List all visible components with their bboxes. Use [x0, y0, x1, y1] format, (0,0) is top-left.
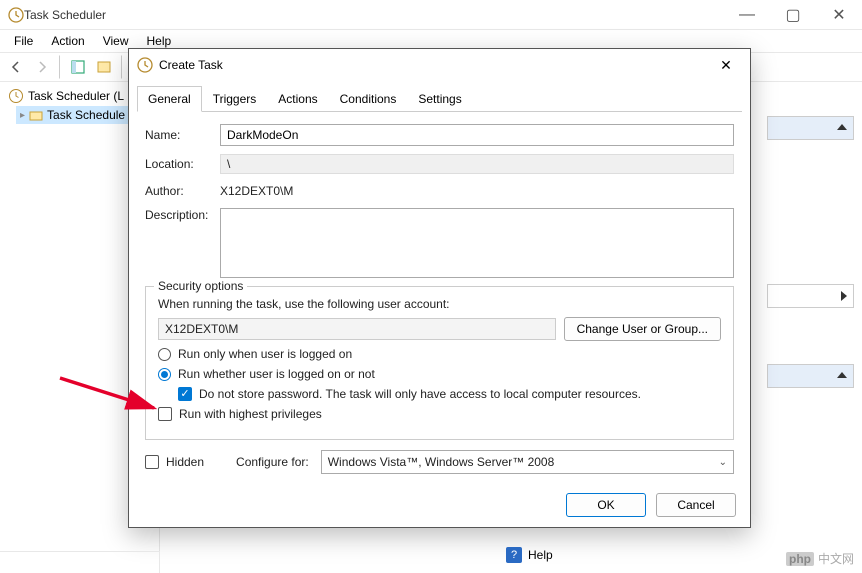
check-hidden-label: Hidden: [166, 455, 204, 469]
show-hide-tree-button[interactable]: [66, 55, 90, 79]
actions-header-2[interactable]: [767, 284, 854, 308]
check-highest-privileges[interactable]: [158, 407, 172, 421]
actions-header-3[interactable]: [767, 364, 854, 388]
main-titlebar: Task Scheduler — ▢ ✕: [0, 0, 862, 30]
close-window-button[interactable]: ✕: [816, 0, 862, 30]
menu-action[interactable]: Action: [43, 32, 92, 50]
minimize-button[interactable]: —: [724, 0, 770, 30]
tab-actions[interactable]: Actions: [267, 86, 328, 112]
help-item[interactable]: ? Help: [506, 543, 553, 567]
forward-button[interactable]: [30, 55, 54, 79]
app-icon: [8, 7, 24, 23]
author-label: Author:: [145, 184, 220, 198]
tab-triggers[interactable]: Triggers: [202, 86, 268, 112]
check-no-store-password[interactable]: [178, 387, 192, 401]
change-user-button[interactable]: Change User or Group...: [564, 317, 721, 341]
expand-icon[interactable]: ▸: [20, 110, 25, 121]
security-legend: Security options: [154, 279, 247, 293]
tab-conditions[interactable]: Conditions: [329, 86, 408, 112]
dialog-titlebar: Create Task ✕: [129, 49, 750, 81]
location-value: \: [220, 154, 734, 174]
author-value: X12DEXT0\M: [220, 182, 734, 200]
description-label: Description:: [145, 208, 220, 222]
dialog-title: Create Task: [159, 58, 710, 72]
chevron-down-icon: ⌄: [719, 457, 727, 468]
configure-for-value: Windows Vista™, Windows Server™ 2008: [328, 455, 555, 469]
maximize-button[interactable]: ▢: [770, 0, 816, 30]
back-button[interactable]: [4, 55, 28, 79]
name-label: Name:: [145, 128, 220, 142]
help-label: Help: [528, 548, 553, 562]
separator: [121, 55, 123, 79]
tree-root-label: Task Scheduler (L: [28, 89, 124, 103]
security-prompt: When running the task, use the following…: [158, 297, 721, 311]
account-display: X12DEXT0\M: [158, 318, 556, 340]
radio-whether-label: Run whether user is logged on or not: [178, 367, 375, 381]
location-label: Location:: [145, 157, 220, 171]
check-hidden[interactable]: [145, 455, 159, 469]
tree-library-label: Task Schedule: [47, 108, 125, 122]
tab-strip: General Triggers Actions Conditions Sett…: [137, 85, 742, 112]
tab-body: Name: Location: \ Author: X12DEXT0\M Des…: [129, 112, 750, 483]
watermark-logo: php: [786, 552, 814, 566]
ok-button[interactable]: OK: [566, 493, 646, 517]
tab-general[interactable]: General: [137, 86, 202, 112]
radio-logged-on-label: Run only when user is logged on: [178, 347, 352, 361]
menu-file[interactable]: File: [6, 32, 41, 50]
watermark-text: 中文网: [818, 550, 854, 567]
watermark: php 中文网: [786, 550, 854, 567]
window-title: Task Scheduler: [24, 8, 724, 22]
create-task-dialog: Create Task ✕ General Triggers Actions C…: [128, 48, 751, 528]
status-bar: [0, 551, 160, 573]
clock-icon: [8, 88, 24, 104]
actions-header-1[interactable]: [767, 116, 854, 140]
dialog-close-button[interactable]: ✕: [710, 51, 742, 79]
tab-settings[interactable]: Settings: [407, 86, 472, 112]
check-no-store-label: Do not store password. The task will onl…: [199, 387, 641, 401]
configure-for-select[interactable]: Windows Vista™, Windows Server™ 2008 ⌄: [321, 450, 734, 474]
description-input[interactable]: [220, 208, 734, 278]
clock-icon: [137, 57, 153, 73]
separator: [59, 55, 61, 79]
check-highest-label: Run with highest privileges: [179, 407, 322, 421]
name-input[interactable]: [220, 124, 734, 146]
help-icon: ?: [506, 547, 522, 563]
dialog-footer: OK Cancel: [129, 483, 750, 527]
folder-icon: [29, 108, 43, 122]
security-options-group: Security options When running the task, …: [145, 286, 734, 440]
radio-whether[interactable]: [158, 368, 171, 381]
configure-for-label: Configure for:: [236, 455, 309, 469]
radio-logged-on[interactable]: [158, 348, 171, 361]
properties-button[interactable]: [92, 55, 116, 79]
cancel-button[interactable]: Cancel: [656, 493, 736, 517]
